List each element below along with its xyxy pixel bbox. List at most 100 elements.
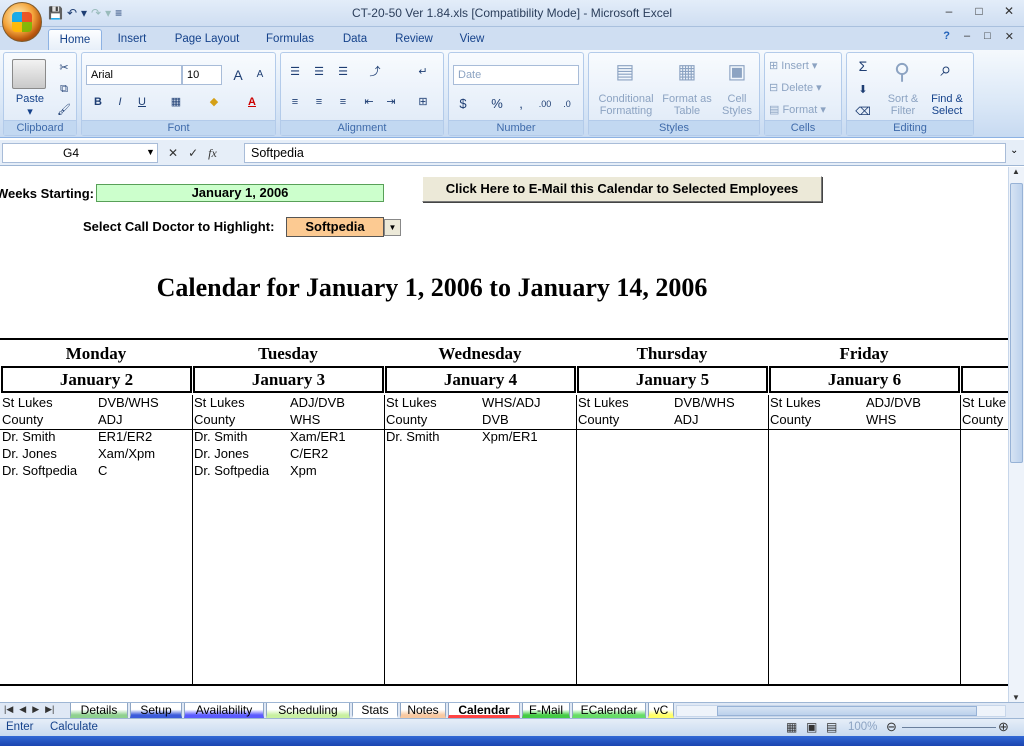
sheet-tab-vc[interactable]: vC (648, 703, 674, 718)
autosum-button[interactable]: Σ (853, 57, 873, 75)
last-sheet-icon[interactable]: ▶| (45, 704, 54, 715)
tab-review[interactable]: Review (388, 29, 440, 50)
grow-font-button[interactable]: A (228, 66, 248, 84)
bold-button[interactable]: B (88, 93, 108, 111)
shrink-font-button[interactable]: A (250, 66, 270, 84)
cut-icon[interactable]: ✂ (54, 59, 74, 77)
assignment-name-cell[interactable]: St Lukes (770, 395, 821, 410)
vertical-scrollbar[interactable]: ▲ ▼ (1008, 167, 1024, 702)
close-button[interactable]: ✕ (994, 0, 1024, 22)
copy-icon[interactable]: ⧉ (54, 80, 74, 98)
assignment-name-cell[interactable]: Dr. Jones (2, 446, 57, 461)
assignment-name-cell[interactable]: County (578, 412, 619, 427)
assignment-name-cell[interactable]: Dr. Smith (194, 429, 247, 444)
assignment-code-cell[interactable]: ADJ (674, 412, 699, 427)
assignment-name-cell[interactable]: Dr. Softpedia (194, 463, 269, 478)
font-size-box[interactable]: 10 (182, 65, 222, 85)
day-date[interactable]: January 2 (1, 366, 192, 393)
day-date[interactable]: January 5 (577, 366, 768, 393)
help-icon[interactable]: ? (943, 30, 950, 43)
day-date[interactable]: Jan (961, 366, 1008, 393)
tab-view[interactable]: View (450, 29, 494, 50)
decrease-decimal-button[interactable]: .0 (557, 95, 577, 113)
borders-icon[interactable]: ▦ (166, 93, 186, 111)
tab-home[interactable]: Home (48, 29, 102, 50)
normal-view-icon[interactable]: ▦ (786, 720, 797, 734)
insert-function-button[interactable]: fx (208, 146, 217, 161)
assignment-name-cell[interactable]: County (2, 412, 43, 427)
conditional-formatting-button[interactable]: Conditional Formatting (591, 93, 661, 117)
assignment-code-cell[interactable]: Xam/Xpm (98, 446, 155, 461)
assignment-code-cell[interactable]: ADJ/DVB (290, 395, 345, 410)
font-color-button[interactable]: A (242, 93, 262, 111)
expand-formula-bar-icon[interactable]: ⌄ (1010, 145, 1018, 156)
sheet-tab-setup[interactable]: Setup (130, 703, 182, 718)
next-sheet-icon[interactable]: ▶ (32, 704, 39, 715)
assignment-code-cell[interactable]: ER1/ER2 (98, 429, 152, 444)
workbook-minimize-icon[interactable]: – (964, 30, 970, 43)
formula-input[interactable]: Softpedia (244, 143, 1006, 163)
fill-color-icon[interactable]: ◆ (204, 93, 224, 111)
assignment-code-cell[interactable]: WHS (290, 412, 320, 427)
confirm-entry-icon[interactable]: ✓ (188, 146, 198, 160)
assignment-code-cell[interactable]: C (98, 463, 107, 478)
office-button[interactable] (2, 2, 42, 42)
assignment-name-cell[interactable]: Dr. Jones (194, 446, 249, 461)
fill-icon[interactable]: ⬇ (853, 81, 873, 99)
merge-center-icon[interactable]: ⊞ (413, 93, 433, 111)
increase-indent-icon[interactable]: ⇥ (381, 93, 401, 111)
percent-button[interactable]: % (487, 95, 507, 113)
sheet-tab-calendar[interactable]: Calendar (448, 703, 520, 718)
assignment-code-cell[interactable]: Xam/ER1 (290, 429, 346, 444)
decrease-indent-icon[interactable]: ⇤ (359, 93, 379, 111)
zoom-level[interactable]: 100% (848, 721, 877, 733)
find-select-button[interactable]: Find & Select (923, 93, 971, 117)
day-date[interactable]: January 3 (193, 366, 384, 393)
scroll-up-icon[interactable]: ▲ (1012, 167, 1020, 176)
cell-styles-button[interactable]: Cell Styles (715, 93, 759, 117)
sheet-tab-notes[interactable]: Notes (400, 703, 446, 718)
font-name-box[interactable]: Arial (86, 65, 182, 85)
assignment-code-cell[interactable]: DVB/WHS (98, 395, 159, 410)
assignment-code-cell[interactable]: ADJ/DVB (866, 395, 921, 410)
email-calendar-button[interactable]: Click Here to E-Mail this Calendar to Se… (422, 176, 822, 202)
assignment-code-cell[interactable]: Xpm/ER1 (482, 429, 538, 444)
assignment-code-cell[interactable]: DVB (482, 412, 509, 427)
minimize-button[interactable]: – (934, 0, 964, 22)
name-box-dropdown-icon[interactable]: ▼ (146, 147, 155, 157)
align-middle-icon[interactable]: ☰ (309, 63, 329, 81)
day-date[interactable]: January 4 (385, 366, 576, 393)
scroll-down-icon[interactable]: ▼ (1012, 693, 1020, 702)
currency-button[interactable]: $ (453, 95, 473, 113)
page-break-view-icon[interactable]: ▤ (826, 720, 837, 734)
align-top-icon[interactable]: ☰ (285, 63, 305, 81)
clear-icon[interactable]: ⌫ (853, 103, 873, 121)
paste-button[interactable]: Paste (8, 93, 52, 105)
cancel-entry-icon[interactable]: ✕ (168, 146, 178, 160)
sheet-tab-ecalendar[interactable]: ECalendar (572, 703, 646, 718)
format-cells-button[interactable]: ▤ Format ▾ (769, 103, 839, 116)
sheet-tab-scheduling[interactable]: Scheduling (266, 703, 350, 718)
insert-cells-button[interactable]: ⊞ Insert ▾ (769, 59, 839, 72)
delete-cells-button[interactable]: ⊟ Delete ▾ (769, 81, 839, 94)
highlight-doctor-dropdown-icon[interactable]: ▼ (384, 219, 401, 236)
day-date[interactable]: January 6 (769, 366, 960, 393)
sheet-tab-availability[interactable]: Availability (184, 703, 264, 718)
sheet-tab-stats[interactable]: Stats (352, 703, 398, 718)
paste-dropdown-icon[interactable]: ▾ (8, 105, 52, 118)
assignment-name-cell[interactable]: St Lukes (194, 395, 245, 410)
vertical-scroll-thumb[interactable] (1010, 183, 1023, 463)
page-layout-view-icon[interactable]: ▣ (806, 720, 817, 734)
underline-button[interactable]: U (132, 93, 152, 111)
assignment-name-cell[interactable]: St Lukes (386, 395, 437, 410)
weeks-starting-field[interactable]: January 1, 2006 (96, 184, 384, 202)
first-sheet-icon[interactable]: |◀ (4, 704, 13, 715)
number-format-box[interactable]: Date (453, 65, 579, 85)
horizontal-scrollbar[interactable] (676, 705, 1006, 717)
comma-button[interactable]: , (511, 95, 531, 113)
align-center-icon[interactable]: ≡ (309, 93, 329, 111)
assignment-name-cell[interactable]: St Luke (962, 395, 1006, 410)
assignment-name-cell[interactable]: County (386, 412, 427, 427)
italic-button[interactable]: I (110, 93, 130, 111)
format-painter-icon[interactable]: 🖌 (54, 101, 74, 119)
